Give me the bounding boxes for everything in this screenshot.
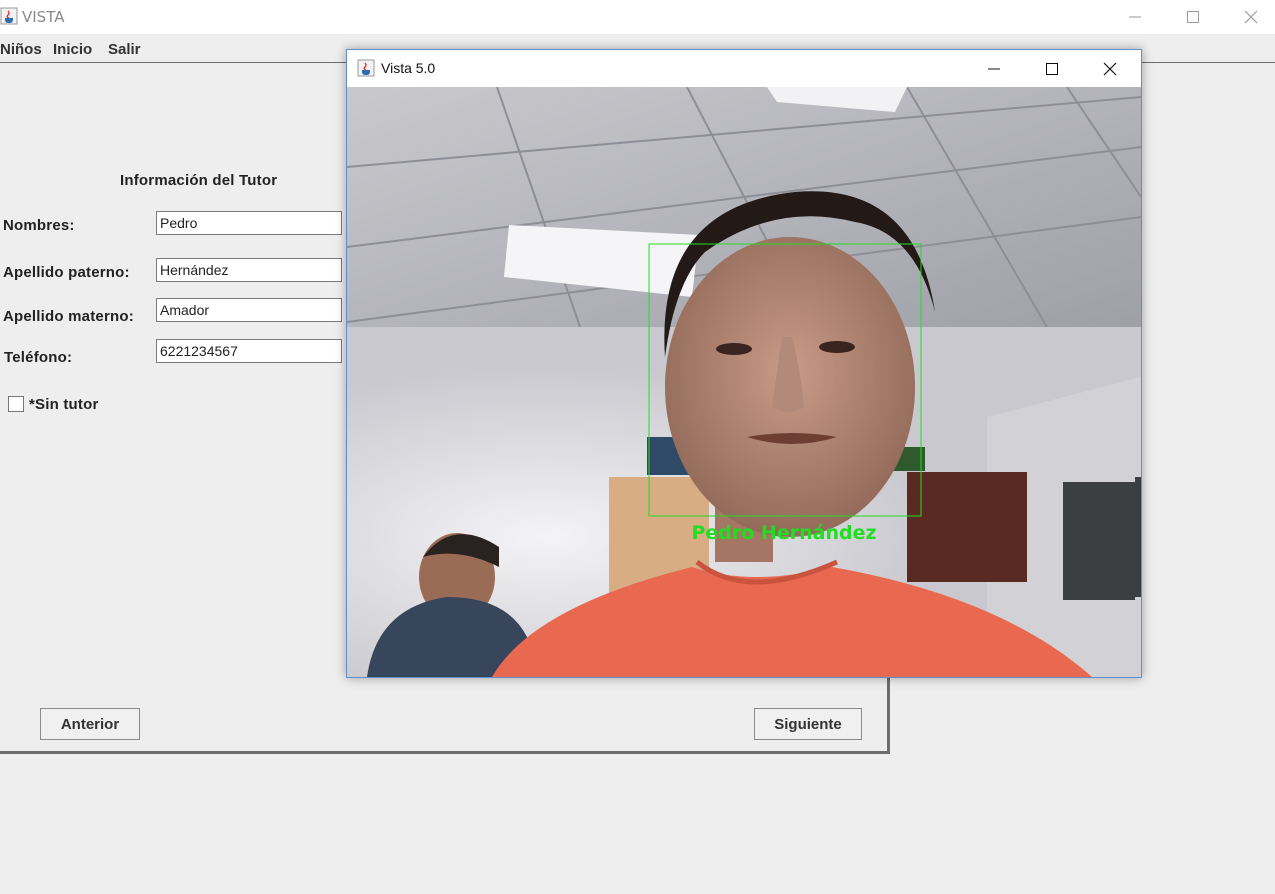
detected-name-label: Pedro Hernández [691, 522, 876, 544]
window-title: VISTA [22, 8, 65, 26]
menu-ninos[interactable]: Niños [0, 41, 42, 58]
apellido-paterno-label: Apellido paterno: [3, 264, 130, 281]
menu-inicio[interactable]: Inicio [53, 41, 92, 58]
camera-title-bar: Vista 5.0 [347, 50, 1141, 87]
telefono-field[interactable]: 6221234567 [156, 339, 342, 363]
menu-salir[interactable]: Salir [108, 41, 141, 58]
minimize-icon [1129, 16, 1141, 18]
minimize-icon [988, 68, 1000, 69]
camera-close-button[interactable] [1081, 50, 1139, 87]
apellido-materno-field[interactable]: Amador [156, 298, 342, 322]
camera-maximize-button[interactable] [1023, 50, 1081, 87]
telefono-label: Teléfono: [4, 349, 73, 366]
camera-window-title: Vista 5.0 [381, 60, 436, 76]
maximize-icon [1046, 62, 1058, 75]
minimize-button[interactable] [1106, 0, 1164, 34]
nombres-field[interactable]: Pedro [156, 211, 342, 235]
apellido-materno-label: Apellido materno: [3, 308, 134, 325]
siguiente-button[interactable]: Siguiente [754, 708, 862, 740]
nombres-label: Nombres: [3, 217, 75, 234]
anterior-button[interactable]: Anterior [40, 708, 140, 740]
camera-feed: Pedro Hernández [347, 87, 1141, 677]
camera-image: Pedro Hernández [347, 87, 1141, 677]
maximize-icon [1187, 11, 1199, 23]
java-icon [357, 59, 375, 77]
sin-tutor-checkbox[interactable] [8, 396, 24, 412]
close-icon [1244, 10, 1258, 24]
close-button[interactable] [1222, 0, 1275, 34]
camera-minimize-button[interactable] [965, 50, 1023, 87]
close-icon [1103, 62, 1117, 75]
sin-tutor-label: *Sin tutor [29, 396, 99, 413]
form-heading: Información del Tutor [120, 172, 278, 189]
main-title-bar: VISTA [0, 0, 1275, 34]
camera-window: Vista 5.0 Pedro Hernández [346, 49, 1142, 678]
java-icon [0, 7, 18, 25]
apellido-paterno-field[interactable]: Hernández [156, 258, 342, 282]
maximize-button[interactable] [1164, 0, 1222, 34]
